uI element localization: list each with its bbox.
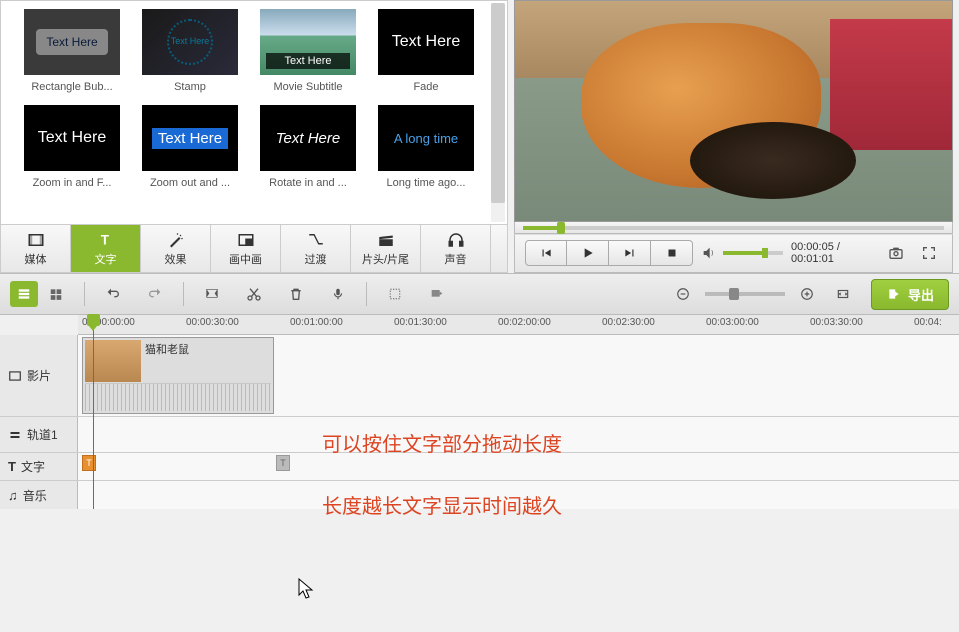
clip-waveform [85, 383, 271, 411]
speaker-icon [701, 245, 717, 261]
export-icon [886, 287, 902, 301]
track-music: ♫ 音乐 [0, 481, 959, 509]
effect-movie-subtitle[interactable]: Text Here Movie Subtitle [249, 9, 367, 93]
tab-sound[interactable]: 声音 [421, 225, 491, 272]
tab-intro[interactable]: 片头/片尾 [351, 225, 421, 272]
layout-toggle-b[interactable] [42, 281, 70, 307]
text-clip-end[interactable]: T [276, 455, 290, 471]
track-2: 轨道1 [0, 417, 959, 453]
main-toolbar: 导出 [0, 273, 959, 315]
headphones-icon [447, 231, 465, 249]
stop-button[interactable] [651, 240, 693, 266]
film-icon [27, 231, 45, 249]
time-display: 00:00:05 / 00:01:01 [791, 241, 876, 265]
layout-toggle-a[interactable] [10, 281, 38, 307]
effects-scrollbar[interactable] [491, 3, 505, 222]
tab-media[interactable]: 媒体 [1, 225, 71, 272]
voiceover-button[interactable] [324, 281, 352, 307]
film-icon [8, 369, 22, 383]
effect-label: Fade [367, 81, 485, 93]
cursor-icon [298, 578, 316, 600]
tab-transition[interactable]: 过渡 [281, 225, 351, 272]
effect-label: Rotate in and ... [249, 177, 367, 189]
zoom-out-button[interactable] [669, 281, 697, 307]
track-label-2: 轨道1 [0, 417, 78, 452]
zoom-slider[interactable] [705, 292, 785, 296]
video-preview[interactable] [514, 0, 953, 222]
redo-button[interactable] [141, 281, 169, 307]
effect-label: Rectangle Bub... [13, 81, 131, 93]
snapshot-button[interactable] [884, 241, 909, 265]
pip-icon [237, 231, 255, 249]
track-icon [8, 429, 22, 441]
wand-icon [167, 231, 185, 249]
marker-button[interactable] [423, 281, 451, 307]
preview-panel: 00:00:05 / 00:01:01 [508, 0, 959, 273]
effect-label: Zoom in and F... [13, 177, 131, 189]
play-button[interactable] [567, 240, 609, 266]
effect-label: Long time ago... [367, 177, 485, 189]
tab-pip[interactable]: 画中画 [211, 225, 281, 272]
volume-control[interactable] [701, 245, 783, 261]
effects-panel: Text Here Rectangle Bub... Text Here Sta… [0, 0, 508, 273]
tab-effects[interactable]: 效果 [141, 225, 211, 272]
effect-zoom-out[interactable]: Text Here Zoom out and ... [131, 105, 249, 189]
cut-button[interactable] [240, 281, 268, 307]
clip-title: 猫和老鼠 [145, 341, 189, 357]
effects-area: Text Here Rectangle Bub... Text Here Sta… [1, 1, 507, 224]
text-icon: T [97, 231, 115, 249]
seek-bar[interactable] [523, 226, 944, 230]
svg-text:T: T [100, 232, 109, 247]
prev-button[interactable] [525, 240, 567, 266]
timeline: 00:00:00:00 00:00:30:00 00:01:00:00 00:0… [0, 315, 959, 509]
effect-stamp[interactable]: Text Here Stamp [131, 9, 249, 93]
category-tabs: 媒体 T 文字 效果 画中画 过渡 片头/片尾 [1, 224, 507, 272]
playhead[interactable] [93, 315, 94, 509]
next-button[interactable] [609, 240, 651, 266]
effect-rectangle-bubble[interactable]: Text Here Rectangle Bub... [13, 9, 131, 93]
tab-text[interactable]: T 文字 [71, 225, 141, 272]
track-label-video: 影片 [0, 335, 78, 416]
delete-button[interactable] [282, 281, 310, 307]
effect-zoom-in[interactable]: Text Here Zoom in and F... [13, 105, 131, 189]
transition-icon [307, 231, 325, 249]
player-controls: 00:00:05 / 00:01:01 [514, 234, 953, 273]
edit-button[interactable] [198, 281, 226, 307]
export-button[interactable]: 导出 [871, 279, 949, 310]
zoom-fit-button[interactable] [829, 281, 857, 307]
undo-button[interactable] [99, 281, 127, 307]
track-text: T 文字 T T [0, 453, 959, 481]
effect-rotate[interactable]: Text Here Rotate in and ... [249, 105, 367, 189]
fullscreen-button[interactable] [917, 241, 942, 265]
track-label-text: T 文字 [0, 453, 78, 480]
effect-long-time[interactable]: A long time Long time ago... [367, 105, 485, 189]
video-clip[interactable]: 猫和老鼠 [82, 337, 274, 414]
zoom-in-button[interactable] [793, 281, 821, 307]
track-label-music: ♫ 音乐 [0, 481, 78, 509]
effect-fade[interactable]: Text Here Fade [367, 9, 485, 93]
clapper-icon [377, 231, 395, 249]
track-video: 影片 猫和老鼠 [0, 335, 959, 417]
crop-button[interactable] [381, 281, 409, 307]
effect-label: Movie Subtitle [249, 81, 367, 93]
effect-label: Zoom out and ... [131, 177, 249, 189]
effect-label: Stamp [131, 81, 249, 93]
time-ruler[interactable]: 00:00:00:00 00:00:30:00 00:01:00:00 00:0… [78, 315, 959, 335]
